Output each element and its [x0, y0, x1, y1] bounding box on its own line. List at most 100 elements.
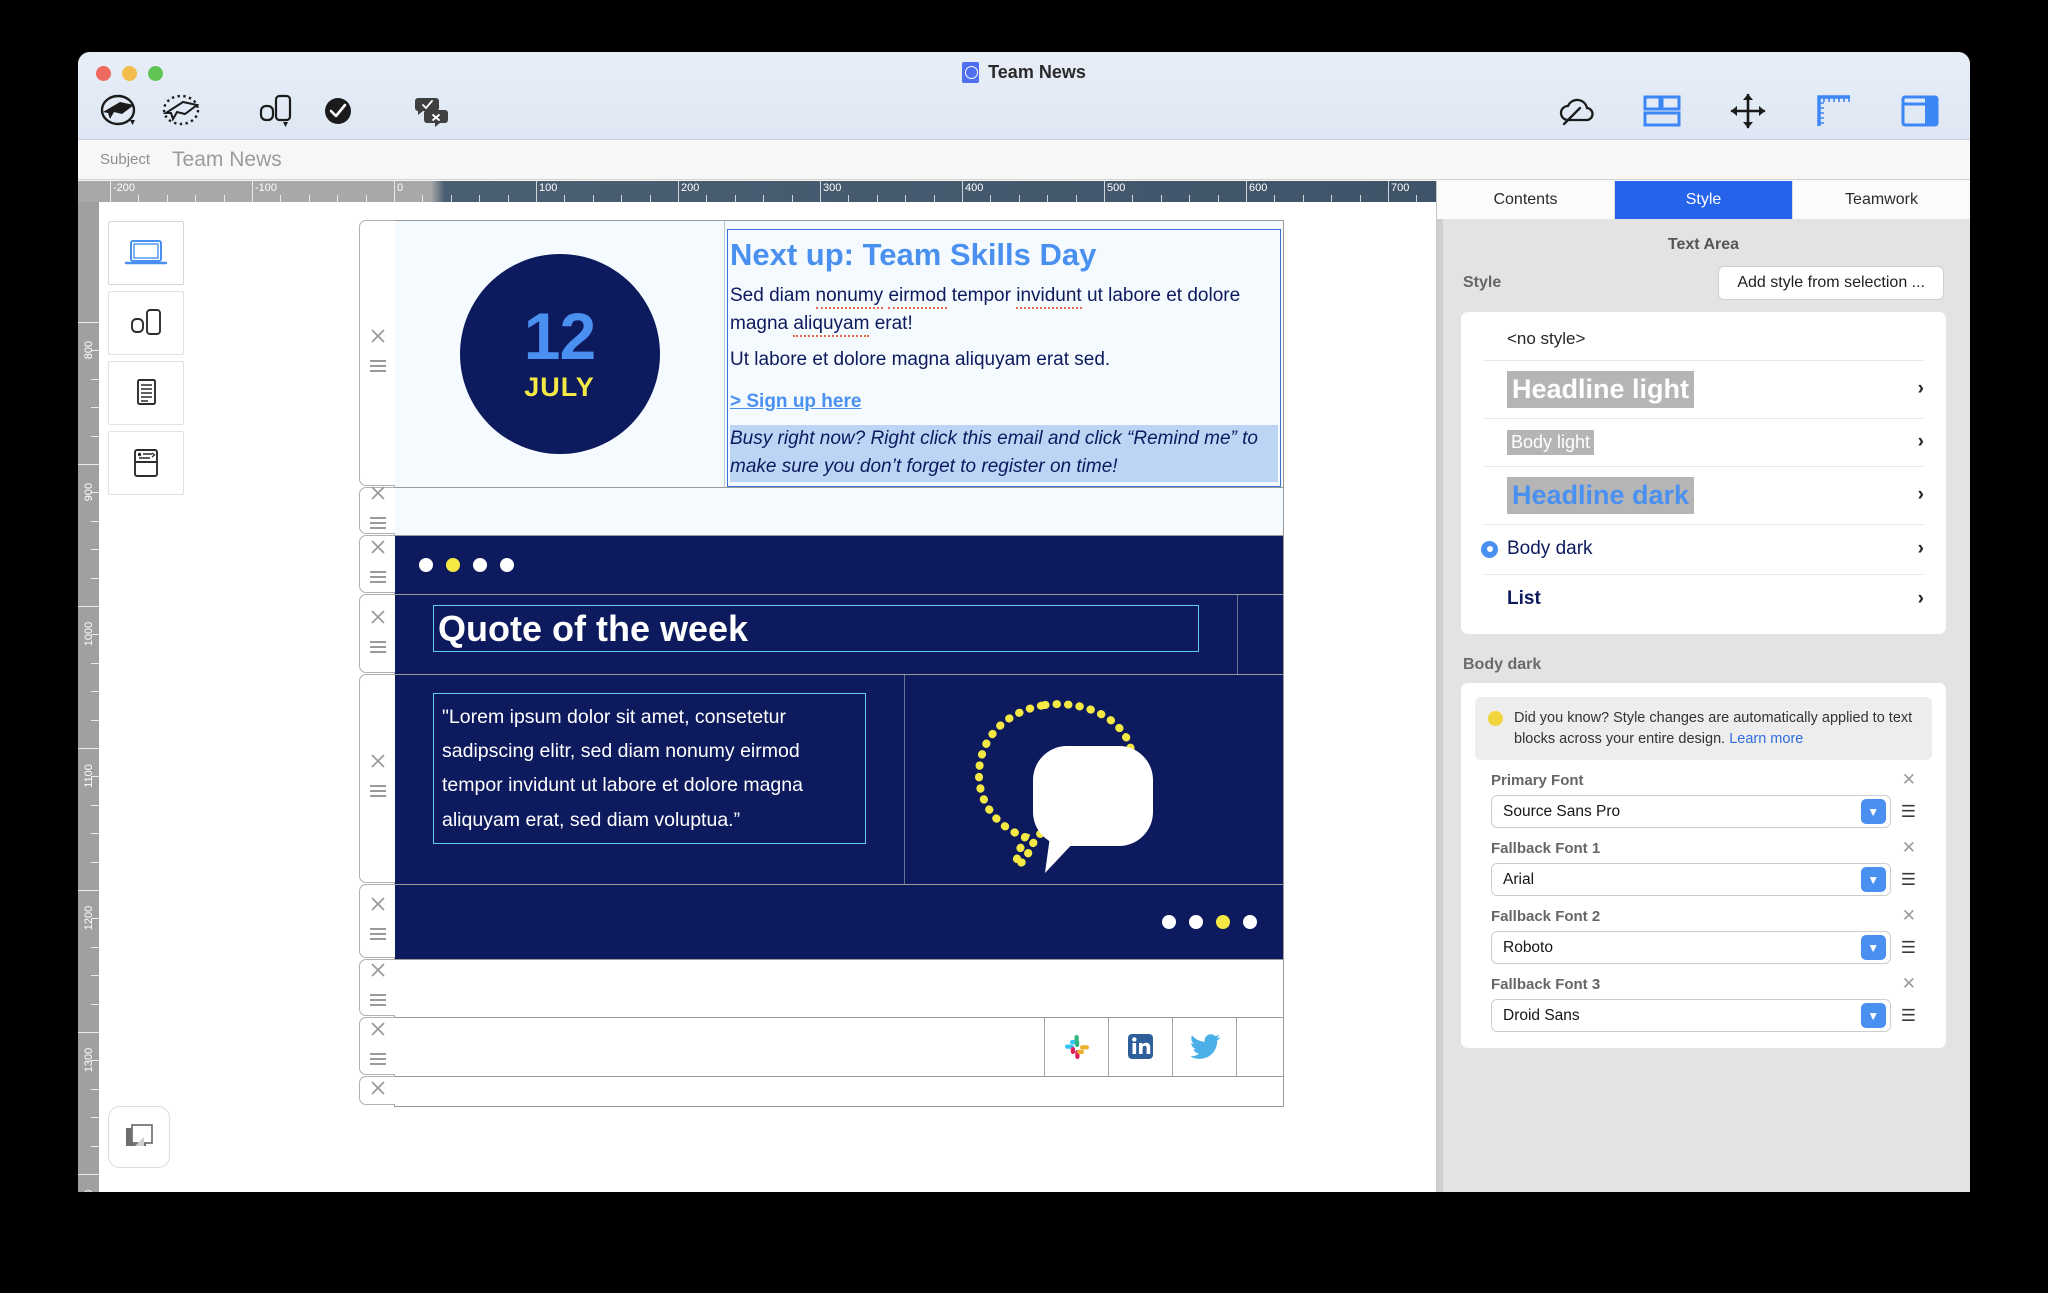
- chevron-down-icon[interactable]: ▼: [1861, 867, 1886, 892]
- row-handle[interactable]: [359, 594, 395, 673]
- device-preview-card-button[interactable]: [108, 431, 184, 495]
- row-handle[interactable]: [359, 535, 395, 593]
- move-icon[interactable]: [1720, 88, 1776, 134]
- chevron-right-icon[interactable]: ›: [1918, 484, 1924, 506]
- delete-row-icon[interactable]: [370, 753, 386, 774]
- slack-icon[interactable]: [1045, 1018, 1109, 1076]
- hero-text-box[interactable]: Next up: Team Skills Day Sed diam nonumy…: [727, 229, 1281, 487]
- drag-row-icon[interactable]: [369, 784, 387, 803]
- drag-row-icon[interactable]: [369, 570, 387, 589]
- quote-text-cell[interactable]: "Lorem ipsum dolor sit amet, consetetur …: [395, 675, 905, 884]
- drag-row-icon[interactable]: [369, 516, 387, 535]
- style-item-headline-dark[interactable]: Headline dark ›: [1461, 466, 1946, 524]
- twitter-icon[interactable]: [1173, 1018, 1237, 1076]
- row-handle[interactable]: [359, 884, 395, 958]
- clear-icon[interactable]: ✕: [1902, 770, 1916, 790]
- chevron-down-icon[interactable]: ▼: [1861, 799, 1886, 824]
- layout-split-icon[interactable]: [1634, 88, 1690, 134]
- chevron-right-icon[interactable]: ›: [1918, 588, 1924, 610]
- subject-input[interactable]: Team News: [172, 148, 282, 172]
- design-row-dots-bottom[interactable]: [394, 885, 1284, 960]
- fallback-font-2-select[interactable]: Roboto ▼: [1491, 931, 1891, 964]
- fallback-font-3-select[interactable]: Droid Sans ▼: [1491, 999, 1891, 1032]
- device-plaintext-button[interactable]: [108, 361, 184, 425]
- style-item-body-light[interactable]: Body light ›: [1461, 418, 1946, 466]
- style-item-no-style[interactable]: <no style>: [1461, 318, 1946, 360]
- clear-icon[interactable]: ✕: [1902, 906, 1916, 926]
- chevron-right-icon[interactable]: ›: [1918, 538, 1924, 560]
- delete-row-icon[interactable]: [370, 328, 386, 349]
- clear-icon[interactable]: ✕: [1902, 838, 1916, 858]
- toggle-panel-icon[interactable]: [1892, 88, 1948, 134]
- add-style-button[interactable]: Add style from selection ...: [1718, 266, 1944, 300]
- delete-row-icon[interactable]: [370, 609, 386, 630]
- row-handle[interactable]: [359, 959, 395, 1016]
- primary-font-select[interactable]: Source Sans Pro ▼: [1491, 795, 1891, 828]
- font-menu-icon[interactable]: ☰: [1901, 1006, 1916, 1026]
- style-item-list[interactable]: List ›: [1461, 574, 1946, 624]
- style-item-body-dark[interactable]: Body dark ›: [1461, 524, 1946, 574]
- clear-icon[interactable]: ✕: [1902, 974, 1916, 994]
- row-handle[interactable]: [359, 674, 395, 883]
- delete-row-icon[interactable]: [370, 539, 386, 560]
- approval-icon[interactable]: [404, 88, 460, 134]
- design-row-spacer-1[interactable]: [394, 488, 1284, 536]
- tab-style[interactable]: Style: [1614, 181, 1792, 219]
- drag-row-icon[interactable]: [369, 359, 387, 378]
- row-handle[interactable]: [359, 1076, 395, 1105]
- font-menu-icon[interactable]: ☰: [1901, 870, 1916, 890]
- style-item-headline-light[interactable]: Headline light ›: [1461, 360, 1946, 418]
- devices-icon[interactable]: [248, 88, 304, 134]
- preview-icon[interactable]: [154, 88, 210, 134]
- layers-button[interactable]: [108, 1106, 170, 1168]
- drag-row-icon[interactable]: [369, 640, 387, 659]
- design-row-hero[interactable]: 12 JULY Next up: Team Skills Day Sed dia…: [394, 220, 1284, 488]
- device-desktop-button[interactable]: [108, 221, 184, 285]
- chevron-down-icon[interactable]: ▼: [1861, 935, 1886, 960]
- row-handle[interactable]: [359, 1017, 395, 1075]
- drag-row-icon[interactable]: [369, 993, 387, 1012]
- learn-more-link[interactable]: Learn more: [1729, 731, 1803, 747]
- design-row-social[interactable]: [394, 1018, 1284, 1077]
- guides-icon[interactable]: [1806, 88, 1862, 134]
- selected-radio-icon[interactable]: [1481, 541, 1498, 558]
- send-test-icon[interactable]: [92, 88, 148, 134]
- tab-teamwork[interactable]: Teamwork: [1792, 181, 1970, 219]
- quote-text-box[interactable]: "Lorem ipsum dolor sit amet, consetetur …: [433, 693, 866, 844]
- quote-heading-cell[interactable]: Quote of the week: [395, 595, 1237, 674]
- delete-row-icon[interactable]: [370, 896, 386, 917]
- chevron-right-icon[interactable]: ›: [1918, 431, 1924, 453]
- design-row-quote-body[interactable]: "Lorem ipsum dolor sit amet, consetetur …: [394, 675, 1284, 885]
- chevron-right-icon[interactable]: ›: [1918, 378, 1924, 400]
- device-mobile-button[interactable]: [108, 291, 184, 355]
- linkedin-icon[interactable]: [1109, 1018, 1173, 1076]
- row-handle[interactable]: [359, 220, 395, 486]
- font-menu-icon[interactable]: ☰: [1901, 802, 1916, 822]
- delete-row-icon[interactable]: [370, 485, 386, 506]
- hero-text-cell[interactable]: Next up: Team Skills Day Sed diam nonumy…: [725, 221, 1283, 487]
- fallback-font-1-select[interactable]: Arial ▼: [1491, 863, 1891, 896]
- vertical-ruler[interactable]: 80090010001100120013001400: [78, 202, 99, 1192]
- hero-date-cell[interactable]: 12 JULY: [395, 221, 725, 487]
- quote-image-cell[interactable]: [905, 675, 1283, 884]
- font-menu-icon[interactable]: ☰: [1901, 938, 1916, 958]
- chevron-down-icon[interactable]: ▼: [1861, 1003, 1886, 1028]
- signup-link[interactable]: > Sign up here: [730, 391, 861, 413]
- design-row-dots-top[interactable]: [394, 536, 1284, 595]
- delete-row-icon[interactable]: [370, 962, 386, 983]
- design-row-quote-heading[interactable]: Quote of the week: [394, 595, 1284, 675]
- quote-heading-side-cell[interactable]: [1237, 595, 1283, 674]
- drag-row-icon[interactable]: [369, 927, 387, 946]
- row-handle[interactable]: [359, 487, 395, 534]
- check-icon[interactable]: [310, 88, 366, 134]
- cloud-upload-icon[interactable]: [1548, 88, 1604, 134]
- design-row-spacer-3[interactable]: [394, 1077, 1284, 1107]
- delete-row-icon[interactable]: [370, 1021, 386, 1042]
- delete-row-icon[interactable]: [370, 1080, 386, 1101]
- design-row-spacer-2[interactable]: [394, 960, 1284, 1018]
- horizontal-ruler[interactable]: -200-1000100200300400500600700800: [78, 181, 1436, 202]
- drag-row-icon[interactable]: [369, 1052, 387, 1071]
- design-canvas[interactable]: 12 JULY Next up: Team Skills Day Sed dia…: [99, 202, 1436, 1192]
- quote-heading-box[interactable]: Quote of the week: [433, 605, 1199, 652]
- tab-contents[interactable]: Contents: [1437, 181, 1614, 219]
